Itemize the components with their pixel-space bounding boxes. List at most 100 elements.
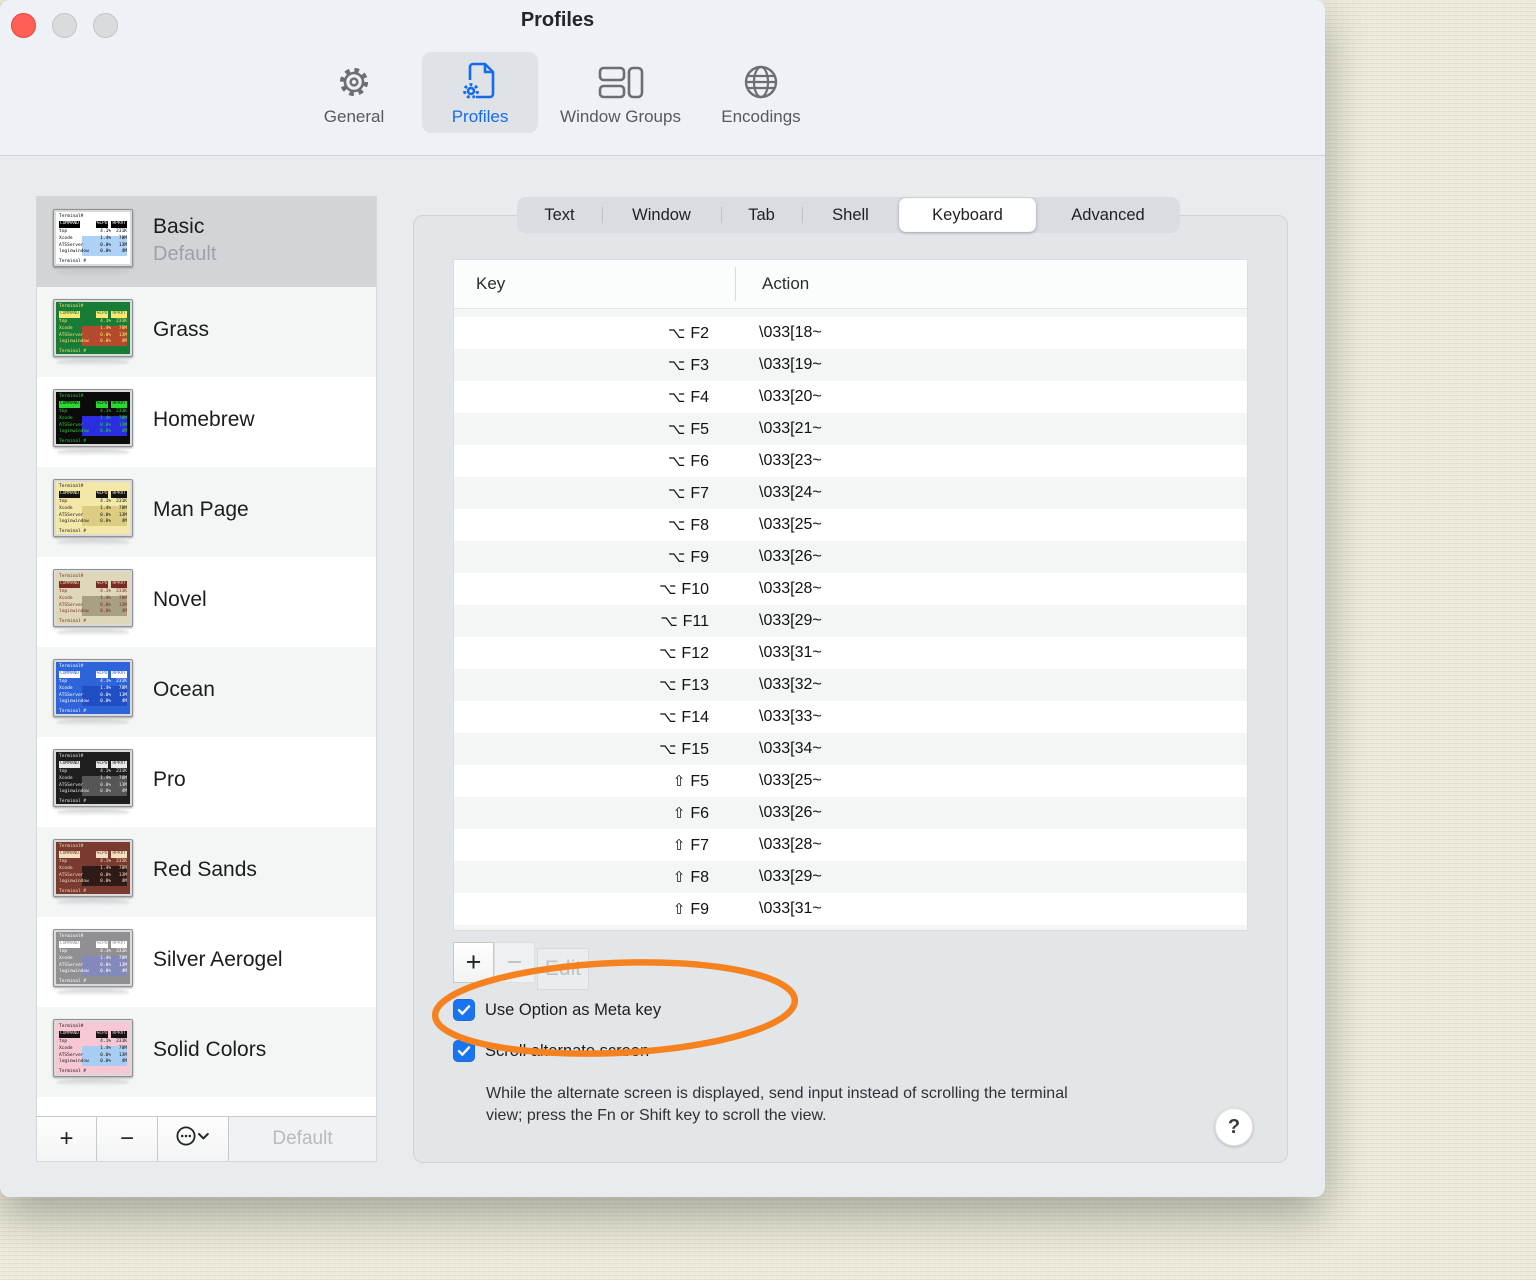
profile-item-pro[interactable]: Terminal# COMMAND %CPU RPRVT top 4.1% 231K Xcod… (37, 737, 376, 827)
more-options-button[interactable] (158, 1117, 229, 1161)
key-cell: ⌥ F15 (659, 739, 709, 758)
toolbar-item-label: General (323, 107, 385, 126)
table-row[interactable]: ⌥ F8 \033[25~ (454, 509, 1247, 541)
tab-window[interactable]: Window (602, 197, 721, 233)
profile-labels: Novel (153, 588, 207, 616)
ellipsis-circle-icon (175, 1125, 211, 1154)
profile-item-man-page[interactable]: Terminal# COMMAND %CPU RPRVT top 4.1% 231K Xcod… (37, 467, 376, 557)
action-cell: \033[19~ (759, 356, 822, 373)
profile-labels: Pro (153, 768, 186, 796)
option-modifier-icon: ⌥ (659, 643, 677, 662)
table-row[interactable]: ⌥ F11 \033[29~ (454, 605, 1247, 637)
thumbnail-reflection (57, 1078, 129, 1086)
toolbar-item-label: Window Groups (560, 107, 681, 126)
thumbnail-reflection (57, 358, 129, 366)
profile-item-silver-aerogel[interactable]: Terminal# COMMAND %CPU RPRVT top 4.1% 231K Xcod… (37, 917, 376, 1007)
profile-item-homebrew[interactable]: Terminal# COMMAND %CPU RPRVT top 4.1% 231K Xcod… (37, 377, 376, 467)
tab-shell[interactable]: Shell (802, 197, 899, 233)
toolbar-item-window-groups[interactable]: Window Groups (548, 52, 693, 133)
table-row[interactable]: ⇧ F9 \033[31~ (454, 893, 1247, 925)
shift-modifier-icon: ⇧ (672, 867, 686, 886)
thumbnail-terminal-preview: Terminal# COMMAND %CPU RPRVT top 4.1% 231K Xcod… (56, 391, 130, 444)
key-cell: ⌥ F12 (659, 643, 709, 662)
profile-item-ocean[interactable]: Terminal# COMMAND %CPU RPRVT top 4.1% 231K Xcod… (37, 647, 376, 737)
table-row[interactable]: ⇧ F6 \033[26~ (454, 797, 1247, 829)
partial-row (454, 309, 1247, 317)
table-row[interactable]: ⌥ F15 \033[34~ (454, 733, 1247, 765)
profile-item-novel[interactable]: Terminal# COMMAND %CPU RPRVT top 4.1% 231K Xcod… (37, 557, 376, 647)
profile-labels: Man Page (153, 498, 249, 526)
thumbnail-terminal-preview: Terminal# COMMAND %CPU RPRVT top 4.1% 231K Xcod… (56, 931, 130, 984)
action-cell: \033[31~ (759, 900, 822, 917)
table-row[interactable]: ⌥ F4 \033[20~ (454, 381, 1247, 413)
thumbnail-reflection (57, 898, 129, 906)
table-row[interactable]: ⌥ F3 \033[19~ (454, 349, 1247, 381)
profile-labels: Silver Aerogel (153, 948, 283, 976)
add-profile-button[interactable]: + (37, 1117, 97, 1161)
toolbar-item-profiles[interactable]: Profiles (422, 52, 539, 133)
option-modifier-icon: ⌥ (668, 419, 686, 438)
thumbnail-reflection (57, 448, 129, 456)
tab-label: Shell (832, 205, 869, 224)
checkbox-use-option-as-meta[interactable] (453, 999, 475, 1021)
shift-modifier-icon: ⇧ (672, 803, 686, 822)
table-header: Key Action (454, 260, 1247, 309)
table-row[interactable]: ⌥ F9 \033[26~ (454, 541, 1247, 573)
key-cell: ⌥ F4 (668, 387, 709, 406)
toolbar-item-encodings[interactable]: Encodings (703, 52, 819, 133)
option-modifier-icon: ⌥ (659, 707, 677, 726)
checkbox-label[interactable]: Use Option as Meta key (485, 1001, 661, 1020)
table-row[interactable]: ⌥ F13 \033[32~ (454, 669, 1247, 701)
tab-keyboard[interactable]: Keyboard (899, 198, 1036, 232)
thumbnail-terminal-preview: Terminal# COMMAND %CPU RPRVT top 4.1% 231K Xcod… (56, 211, 130, 264)
profile-thumbnail: Terminal# COMMAND %CPU RPRVT top 4.1% 231K Xcod… (53, 748, 133, 807)
default-profile-button[interactable]: Default (229, 1117, 376, 1161)
remove-mapping-button[interactable]: − (494, 942, 535, 983)
remove-profile-button[interactable]: − (97, 1117, 158, 1161)
thumbnail-reflection (57, 718, 129, 726)
profile-item-solid-colors[interactable]: Terminal# COMMAND %CPU RPRVT top 4.1% 231K Xcod… (37, 1007, 376, 1097)
profile-item-basic[interactable]: Terminal# COMMAND %CPU RPRVT top 4.1% 231K Xcod… (37, 197, 376, 287)
profile-thumbnail-column: Terminal# COMMAND %CPU RPRVT top 4.1% 231K Xcod… (53, 658, 153, 726)
tab-text[interactable]: Text (517, 197, 602, 233)
table-row[interactable]: ⌥ F2 \033[18~ (454, 317, 1247, 349)
profile-thumbnail: Terminal# COMMAND %CPU RPRVT top 4.1% 231K Xcod… (53, 298, 133, 357)
profile-name: Novel (153, 588, 207, 611)
option-row-use-option-as-meta: Use Option as Meta key (453, 999, 661, 1021)
thumbnail-reflection (57, 538, 129, 546)
profile-item-red-sands[interactable]: Terminal# COMMAND %CPU RPRVT top 4.1% 231K Xcod… (37, 827, 376, 917)
profile-thumbnail-column: Terminal# COMMAND %CPU RPRVT top 4.1% 231K Xcod… (53, 568, 153, 636)
table-row[interactable]: ⌥ F5 \033[21~ (454, 413, 1247, 445)
profile-item-grass[interactable]: Terminal# COMMAND %CPU RPRVT top 4.1% 231K Xcod… (37, 287, 376, 377)
tab-tab[interactable]: Tab (721, 197, 802, 233)
action-cell: \033[21~ (759, 420, 822, 437)
edit-mapping-button[interactable]: Edit (537, 948, 589, 990)
table-row[interactable]: ⇧ F7 \033[28~ (454, 829, 1247, 861)
profile-thumbnail: Terminal# COMMAND %CPU RPRVT top 4.1% 231K Xcod… (53, 568, 133, 627)
table-row[interactable]: ⇧ F8 \033[29~ (454, 861, 1247, 893)
table-row[interactable]: ⌥ F7 \033[24~ (454, 477, 1247, 509)
key-cell: ⌥ F6 (668, 451, 709, 470)
table-row[interactable]: ⌥ F12 \033[31~ (454, 637, 1247, 669)
thumbnail-terminal-preview: Terminal# COMMAND %CPU RPRVT top 4.1% 231K Xcod… (56, 301, 130, 354)
profile-sidebar: Terminal# COMMAND %CPU RPRVT top 4.1% 231K Xcod… (36, 196, 377, 1162)
profile-thumbnail: Terminal# COMMAND %CPU RPRVT top 4.1% 231K Xcod… (53, 388, 133, 447)
add-mapping-button[interactable]: + (453, 942, 494, 983)
action-cell: \033[29~ (759, 868, 822, 885)
action-cell: \033[18~ (759, 324, 822, 341)
profile-labels: Red Sands (153, 858, 257, 886)
checkbox-scroll-alternate-screen[interactable] (453, 1040, 475, 1062)
thumbnail-terminal-preview: Terminal# COMMAND %CPU RPRVT top 4.1% 231K Xcod… (56, 661, 130, 714)
thumbnail-terminal-preview: Terminal# COMMAND %CPU RPRVT top 4.1% 231K Xcod… (56, 1021, 130, 1074)
table-row[interactable]: ⌥ F6 \033[23~ (454, 445, 1247, 477)
key-cell: ⌥ F9 (668, 547, 709, 566)
help-button[interactable]: ? (1215, 1108, 1253, 1146)
toolbar-item-general[interactable]: General (296, 52, 412, 133)
table-row[interactable]: ⌥ F10 \033[28~ (454, 573, 1247, 605)
table-row[interactable]: ⌥ F14 \033[33~ (454, 701, 1247, 733)
checkbox-label[interactable]: Scroll alternate screen (485, 1042, 649, 1061)
option-modifier-icon: ⌥ (659, 739, 677, 758)
profile-name: Basic (153, 214, 205, 238)
tab-advanced[interactable]: Advanced (1036, 197, 1180, 233)
table-row[interactable]: ⇧ F5 \033[25~ (454, 765, 1247, 797)
